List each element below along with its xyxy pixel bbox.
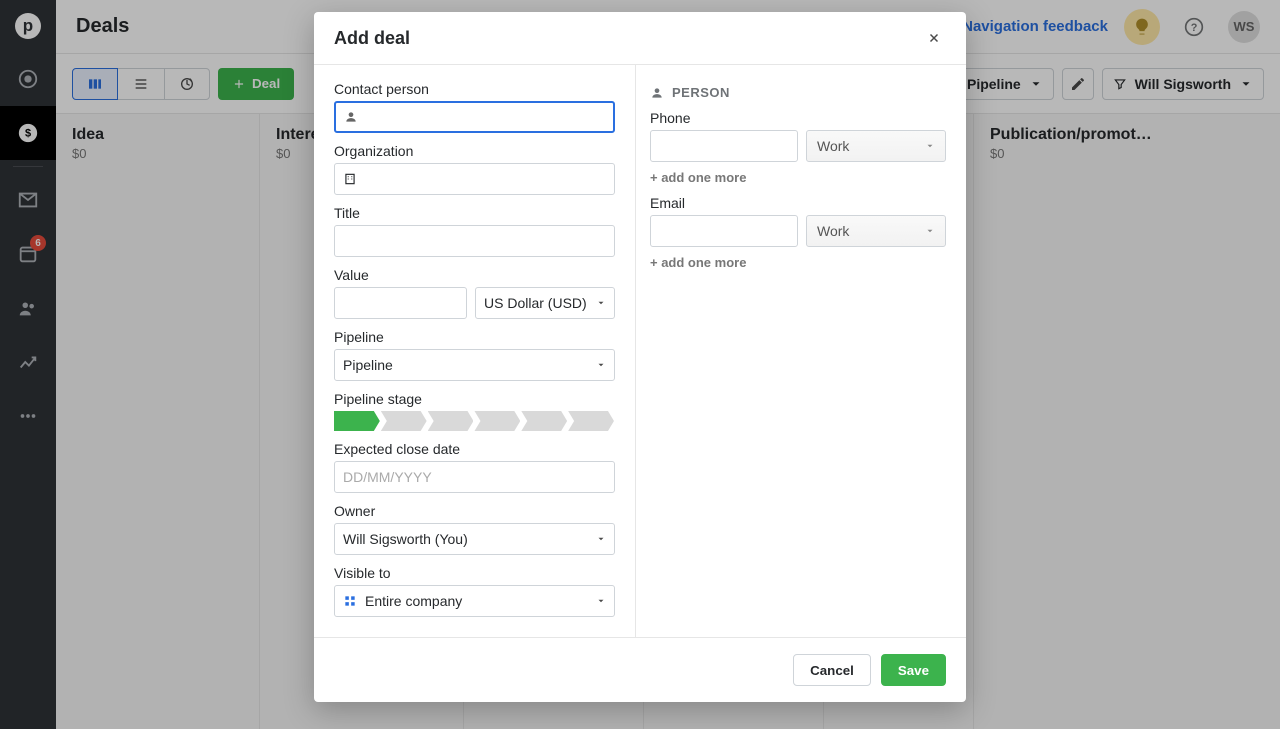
stage-segment[interactable]	[381, 411, 427, 431]
currency-value: US Dollar (USD)	[484, 295, 587, 311]
add-phone-link[interactable]: + add one more	[650, 170, 746, 185]
modal-title: Add deal	[334, 28, 410, 49]
person-heading-text: PERSON	[672, 85, 730, 100]
chevron-down-icon	[596, 298, 606, 308]
person-icon	[650, 86, 664, 100]
value-label: Value	[334, 267, 615, 283]
owner-value: Will Sigsworth (You)	[343, 531, 468, 547]
chevron-down-icon	[596, 360, 606, 370]
value-input[interactable]	[334, 287, 467, 319]
organization-label: Organization	[334, 143, 615, 159]
phone-type-value: Work	[817, 138, 849, 154]
close-icon[interactable]	[922, 26, 946, 50]
chevron-down-icon	[596, 534, 606, 544]
save-button[interactable]: Save	[881, 654, 946, 686]
email-type-value: Work	[817, 223, 849, 239]
pipeline-label: Pipeline	[334, 329, 615, 345]
stage-segment[interactable]	[521, 411, 567, 431]
phone-label: Phone	[650, 110, 946, 126]
contact-person-input[interactable]	[334, 101, 615, 133]
title-label: Title	[334, 205, 615, 221]
chevron-down-icon	[925, 141, 935, 151]
stage-segment[interactable]	[568, 411, 614, 431]
email-type-select[interactable]: Work	[806, 215, 946, 247]
phone-type-select[interactable]: Work	[806, 130, 946, 162]
visible-to-select[interactable]: Entire company	[334, 585, 615, 617]
stage-selector	[334, 411, 615, 431]
email-label: Email	[650, 195, 946, 211]
stage-segment[interactable]	[428, 411, 474, 431]
owner-label: Owner	[334, 503, 615, 519]
expected-close-input[interactable]	[334, 461, 615, 493]
building-icon	[343, 172, 357, 186]
stage-segment[interactable]	[474, 411, 520, 431]
stage-segment[interactable]	[334, 411, 380, 431]
modal-overlay: Add deal Contact person Organization	[0, 0, 1280, 729]
company-icon	[343, 594, 357, 608]
add-deal-modal: Add deal Contact person Organization	[314, 12, 966, 702]
currency-select[interactable]: US Dollar (USD)	[475, 287, 615, 319]
contact-person-label: Contact person	[334, 81, 615, 97]
email-input[interactable]	[650, 215, 798, 247]
person-section-header: PERSON	[650, 81, 946, 110]
pipeline-stage-label: Pipeline stage	[334, 391, 615, 407]
owner-select[interactable]: Will Sigsworth (You)	[334, 523, 615, 555]
pipeline-select-modal[interactable]: Pipeline	[334, 349, 615, 381]
phone-input[interactable]	[650, 130, 798, 162]
title-input[interactable]	[334, 225, 615, 257]
add-email-link[interactable]: + add one more	[650, 255, 746, 270]
pipeline-value: Pipeline	[343, 357, 393, 373]
organization-input[interactable]	[334, 163, 615, 195]
cancel-button[interactable]: Cancel	[793, 654, 871, 686]
visible-to-value: Entire company	[365, 593, 462, 609]
person-icon	[344, 110, 358, 124]
visible-to-label: Visible to	[334, 565, 615, 581]
chevron-down-icon	[596, 596, 606, 606]
chevron-down-icon	[925, 226, 935, 236]
expected-close-label: Expected close date	[334, 441, 615, 457]
